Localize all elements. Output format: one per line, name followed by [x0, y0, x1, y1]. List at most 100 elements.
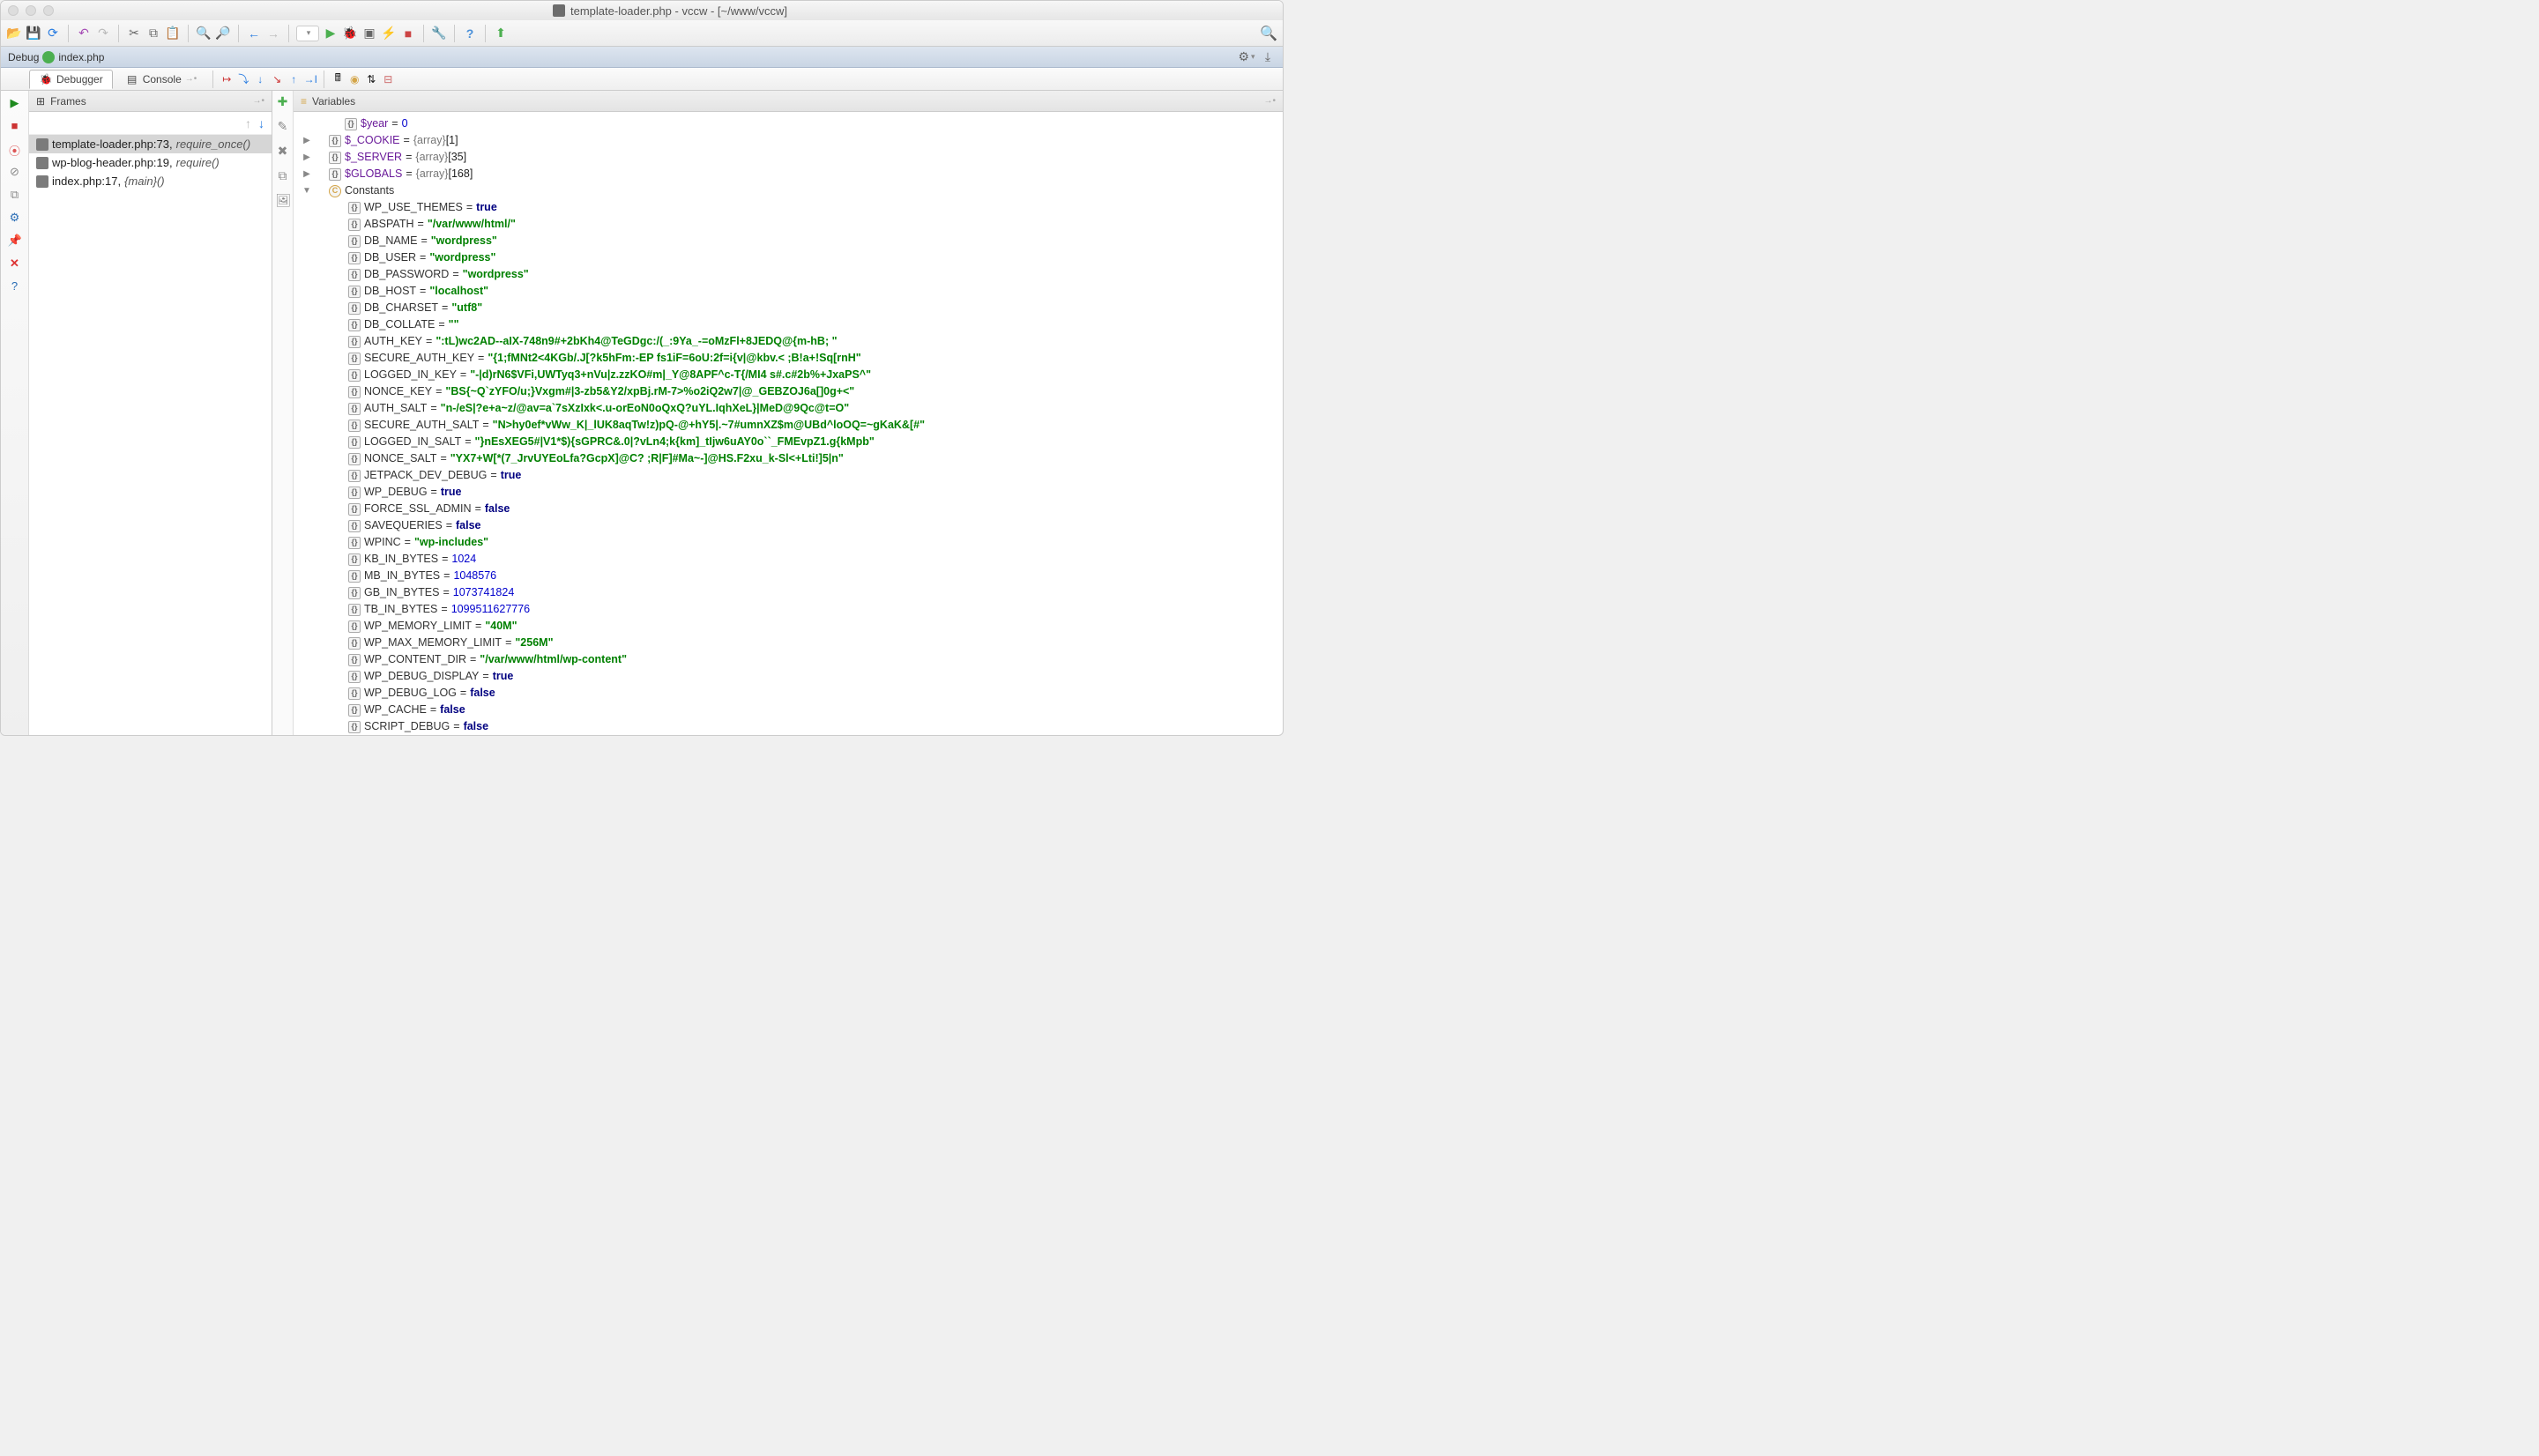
constant-row[interactable]: ▶{}WP_CACHE = false	[294, 702, 1283, 718]
frames-list[interactable]: template-loader.php:73, require_once()wp…	[29, 135, 272, 735]
tree-toggle-icon[interactable]: ▶	[301, 132, 313, 149]
constants-group[interactable]: ▼CConstants	[294, 182, 1283, 199]
constant-row[interactable]: ▶{}KB_IN_BYTES = 1024	[294, 551, 1283, 568]
constant-row[interactable]: ▶{}SECURE_AUTH_SALT = "N>hy0ef*vWw_K|_lU…	[294, 417, 1283, 434]
frame-row[interactable]: wp-blog-header.php:19, require()	[29, 153, 272, 172]
debug-icon[interactable]: 🐞	[342, 26, 358, 41]
replace-icon[interactable]: 🔎	[215, 26, 231, 41]
run-to-cursor-icon[interactable]: →I	[303, 72, 317, 86]
pin-icon[interactable]: 📌	[8, 234, 22, 248]
show-execution-point-icon[interactable]: ↦	[220, 72, 234, 86]
variables-tree[interactable]: ▶{}$year = 0▶{}$_COOKIE = {array} [1]▶{}…	[294, 112, 1283, 735]
stop-icon[interactable]: ■	[400, 26, 416, 41]
new-watch-icon[interactable]: ✎	[276, 119, 290, 133]
constant-row[interactable]: ▶{}LOGGED_IN_SALT = "}nEsXEG5#|V1*$){sGP…	[294, 434, 1283, 450]
constant-row[interactable]: ▶{}DB_HOST = "localhost"	[294, 283, 1283, 300]
constant-row[interactable]: ▶{}WP_DEBUG_LOG = false	[294, 685, 1283, 702]
constant-row[interactable]: ▶{}SECURE_AUTH_KEY = "{1;fMNt2<4KGb/.J[?…	[294, 350, 1283, 367]
constant-row[interactable]: ▶{}DB_CHARSET = "utf8"	[294, 300, 1283, 316]
constant-row[interactable]: ▶{}TB_IN_BYTES = 1099511627776	[294, 601, 1283, 618]
paste-icon[interactable]: 📋	[165, 26, 181, 41]
step-out-icon[interactable]: ↑	[287, 72, 301, 86]
constant-row[interactable]: ▶{}DB_NAME = "wordpress"	[294, 233, 1283, 249]
run-icon[interactable]: ▶	[323, 26, 339, 41]
help-icon[interactable]: ?	[462, 26, 478, 41]
variable-row[interactable]: ▶{}$GLOBALS = {array} [168]	[294, 166, 1283, 182]
variable-row[interactable]: ▶{}$_COOKIE = {array} [1]	[294, 132, 1283, 149]
settings-gear-icon[interactable]: ⚙	[8, 211, 22, 225]
frame-prev-icon[interactable]: ↑	[245, 116, 251, 130]
constant-row[interactable]: ▶{}WP_DEBUG_DISPLAY = true	[294, 668, 1283, 685]
help-debug-icon[interactable]: ?	[8, 279, 22, 293]
stop-session-icon[interactable]: ■	[8, 119, 22, 133]
copy-icon[interactable]: ⧉	[145, 26, 161, 41]
deployment-icon[interactable]: ⬆	[493, 26, 509, 41]
variable-row[interactable]: ▶{}$_SERVER = {array} [35]	[294, 149, 1283, 166]
constant-row[interactable]: ▶{}DB_USER = "wordpress"	[294, 249, 1283, 266]
frames-icon[interactable]: ⧉	[8, 188, 22, 202]
listen-debug-icon[interactable]: ⚡	[381, 26, 397, 41]
tab-console[interactable]: ▤ Console →•	[115, 70, 207, 89]
constant-row[interactable]: ▶{}WP_MAX_MEMORY_LIMIT = "256M"	[294, 635, 1283, 651]
debug-session-name[interactable]: index.php	[58, 51, 104, 63]
redo-icon[interactable]: ↷	[95, 26, 111, 41]
tab-debugger[interactable]: 🐞 Debugger	[29, 70, 113, 89]
constant-row[interactable]: ▶{}MB_IN_BYTES = 1048576	[294, 568, 1283, 584]
frame-row[interactable]: index.php:17, {main}()	[29, 172, 272, 190]
sync-icon[interactable]: ⟳	[45, 26, 61, 41]
variables-pin-icon[interactable]: →•	[1263, 96, 1276, 106]
constant-row[interactable]: ▶{}FORCE_SSL_ADMIN = false	[294, 501, 1283, 517]
add-watch-icon[interactable]: ✚	[276, 94, 290, 108]
force-step-into-icon[interactable]: ↘	[270, 72, 284, 86]
run-config-dropdown[interactable]	[296, 26, 319, 41]
constant-row[interactable]: ▶{}SCRIPT_DEBUG = false	[294, 718, 1283, 735]
undo-icon[interactable]: ↶	[76, 26, 92, 41]
save-all-icon[interactable]: 💾	[26, 26, 41, 41]
constant-row[interactable]: ▶{}ABSPATH = "/var/www/html/"	[294, 216, 1283, 233]
zoom-window[interactable]	[43, 5, 54, 16]
constant-row[interactable]: ▶{}DB_COLLATE = ""	[294, 316, 1283, 333]
tree-toggle-icon[interactable]: ▶	[301, 166, 313, 182]
constant-row[interactable]: ▶{}NONCE_KEY = "BS{~Q`zYFO/u;}Vxgm#|3-zb…	[294, 383, 1283, 400]
constant-row[interactable]: ▶{}SAVEQUERIES = false	[294, 517, 1283, 534]
search-everywhere-icon[interactable]: 🔍	[1260, 25, 1277, 42]
constant-row[interactable]: ▶{}WP_USE_THEMES = true	[294, 199, 1283, 216]
gear-icon[interactable]: ⚙	[1239, 49, 1255, 65]
frames-pin-icon[interactable]: →•	[252, 96, 264, 106]
constant-row[interactable]: ▶{}WP_CONTENT_DIR = "/var/www/html/wp-co…	[294, 651, 1283, 668]
constant-row[interactable]: ▶{}NONCE_SALT = "YX7+W[*(7_JrvUYEoLfa?Gc…	[294, 450, 1283, 467]
cut-icon[interactable]: ✂	[126, 26, 142, 41]
view-breakpoints-icon[interactable]: ⦿	[8, 142, 22, 156]
find-icon[interactable]: 🔍	[196, 26, 212, 41]
step-into-icon[interactable]: ↓	[253, 72, 267, 86]
constant-row[interactable]: ▶{}WP_MEMORY_LIMIT = "40M"	[294, 618, 1283, 635]
breakpoint-icon[interactable]: ◉	[347, 72, 361, 86]
constant-row[interactable]: ▶{}WPINC = "wp-includes"	[294, 534, 1283, 551]
constant-row[interactable]: ▶{}DB_PASSWORD = "wordpress"	[294, 266, 1283, 283]
mute-breakpoints-icon[interactable]: ⊘	[8, 165, 22, 179]
step-over-icon[interactable]: ⤵	[236, 72, 250, 86]
constant-row[interactable]: ▶{}JETPACK_DEV_DEBUG = true	[294, 467, 1283, 484]
restore-layout-icon[interactable]: ⊟	[381, 72, 395, 86]
coverage-icon[interactable]: ▣	[361, 26, 377, 41]
evaluate-expression-icon[interactable]: 🖩	[331, 72, 345, 86]
back-icon[interactable]: ←	[246, 26, 262, 41]
frame-next-icon[interactable]: ↓	[258, 116, 264, 130]
resume-icon[interactable]: ▶	[8, 96, 22, 110]
tree-toggle-icon[interactable]: ▶	[301, 149, 313, 166]
constant-row[interactable]: ▶{}LOGGED_IN_KEY = "-|d)rN6$VFi,UWTyq3+n…	[294, 367, 1283, 383]
constant-row[interactable]: ▶{}GB_IN_BYTES = 1073741824	[294, 584, 1283, 601]
forward-icon[interactable]: →	[265, 26, 281, 41]
copy-icon[interactable]: ⧉	[276, 168, 290, 182]
inspect-icon[interactable]: 🖼	[276, 193, 290, 207]
close-icon[interactable]: ✕	[8, 256, 22, 271]
sort-icon[interactable]: ⇅	[364, 72, 378, 86]
close-window[interactable]	[8, 5, 19, 16]
constant-row[interactable]: ▶{}WP_DEBUG = true	[294, 484, 1283, 501]
open-icon[interactable]: 📂	[6, 26, 22, 41]
tree-toggle-icon[interactable]: ▼	[301, 182, 313, 199]
settings-icon[interactable]: 🔧	[431, 26, 447, 41]
remove-watch-icon[interactable]: ✖	[276, 144, 290, 158]
constant-row[interactable]: ▶{}AUTH_KEY = ":tL)wc2AD--aIX-748n9#+2bK…	[294, 333, 1283, 350]
frame-row[interactable]: template-loader.php:73, require_once()	[29, 135, 272, 153]
